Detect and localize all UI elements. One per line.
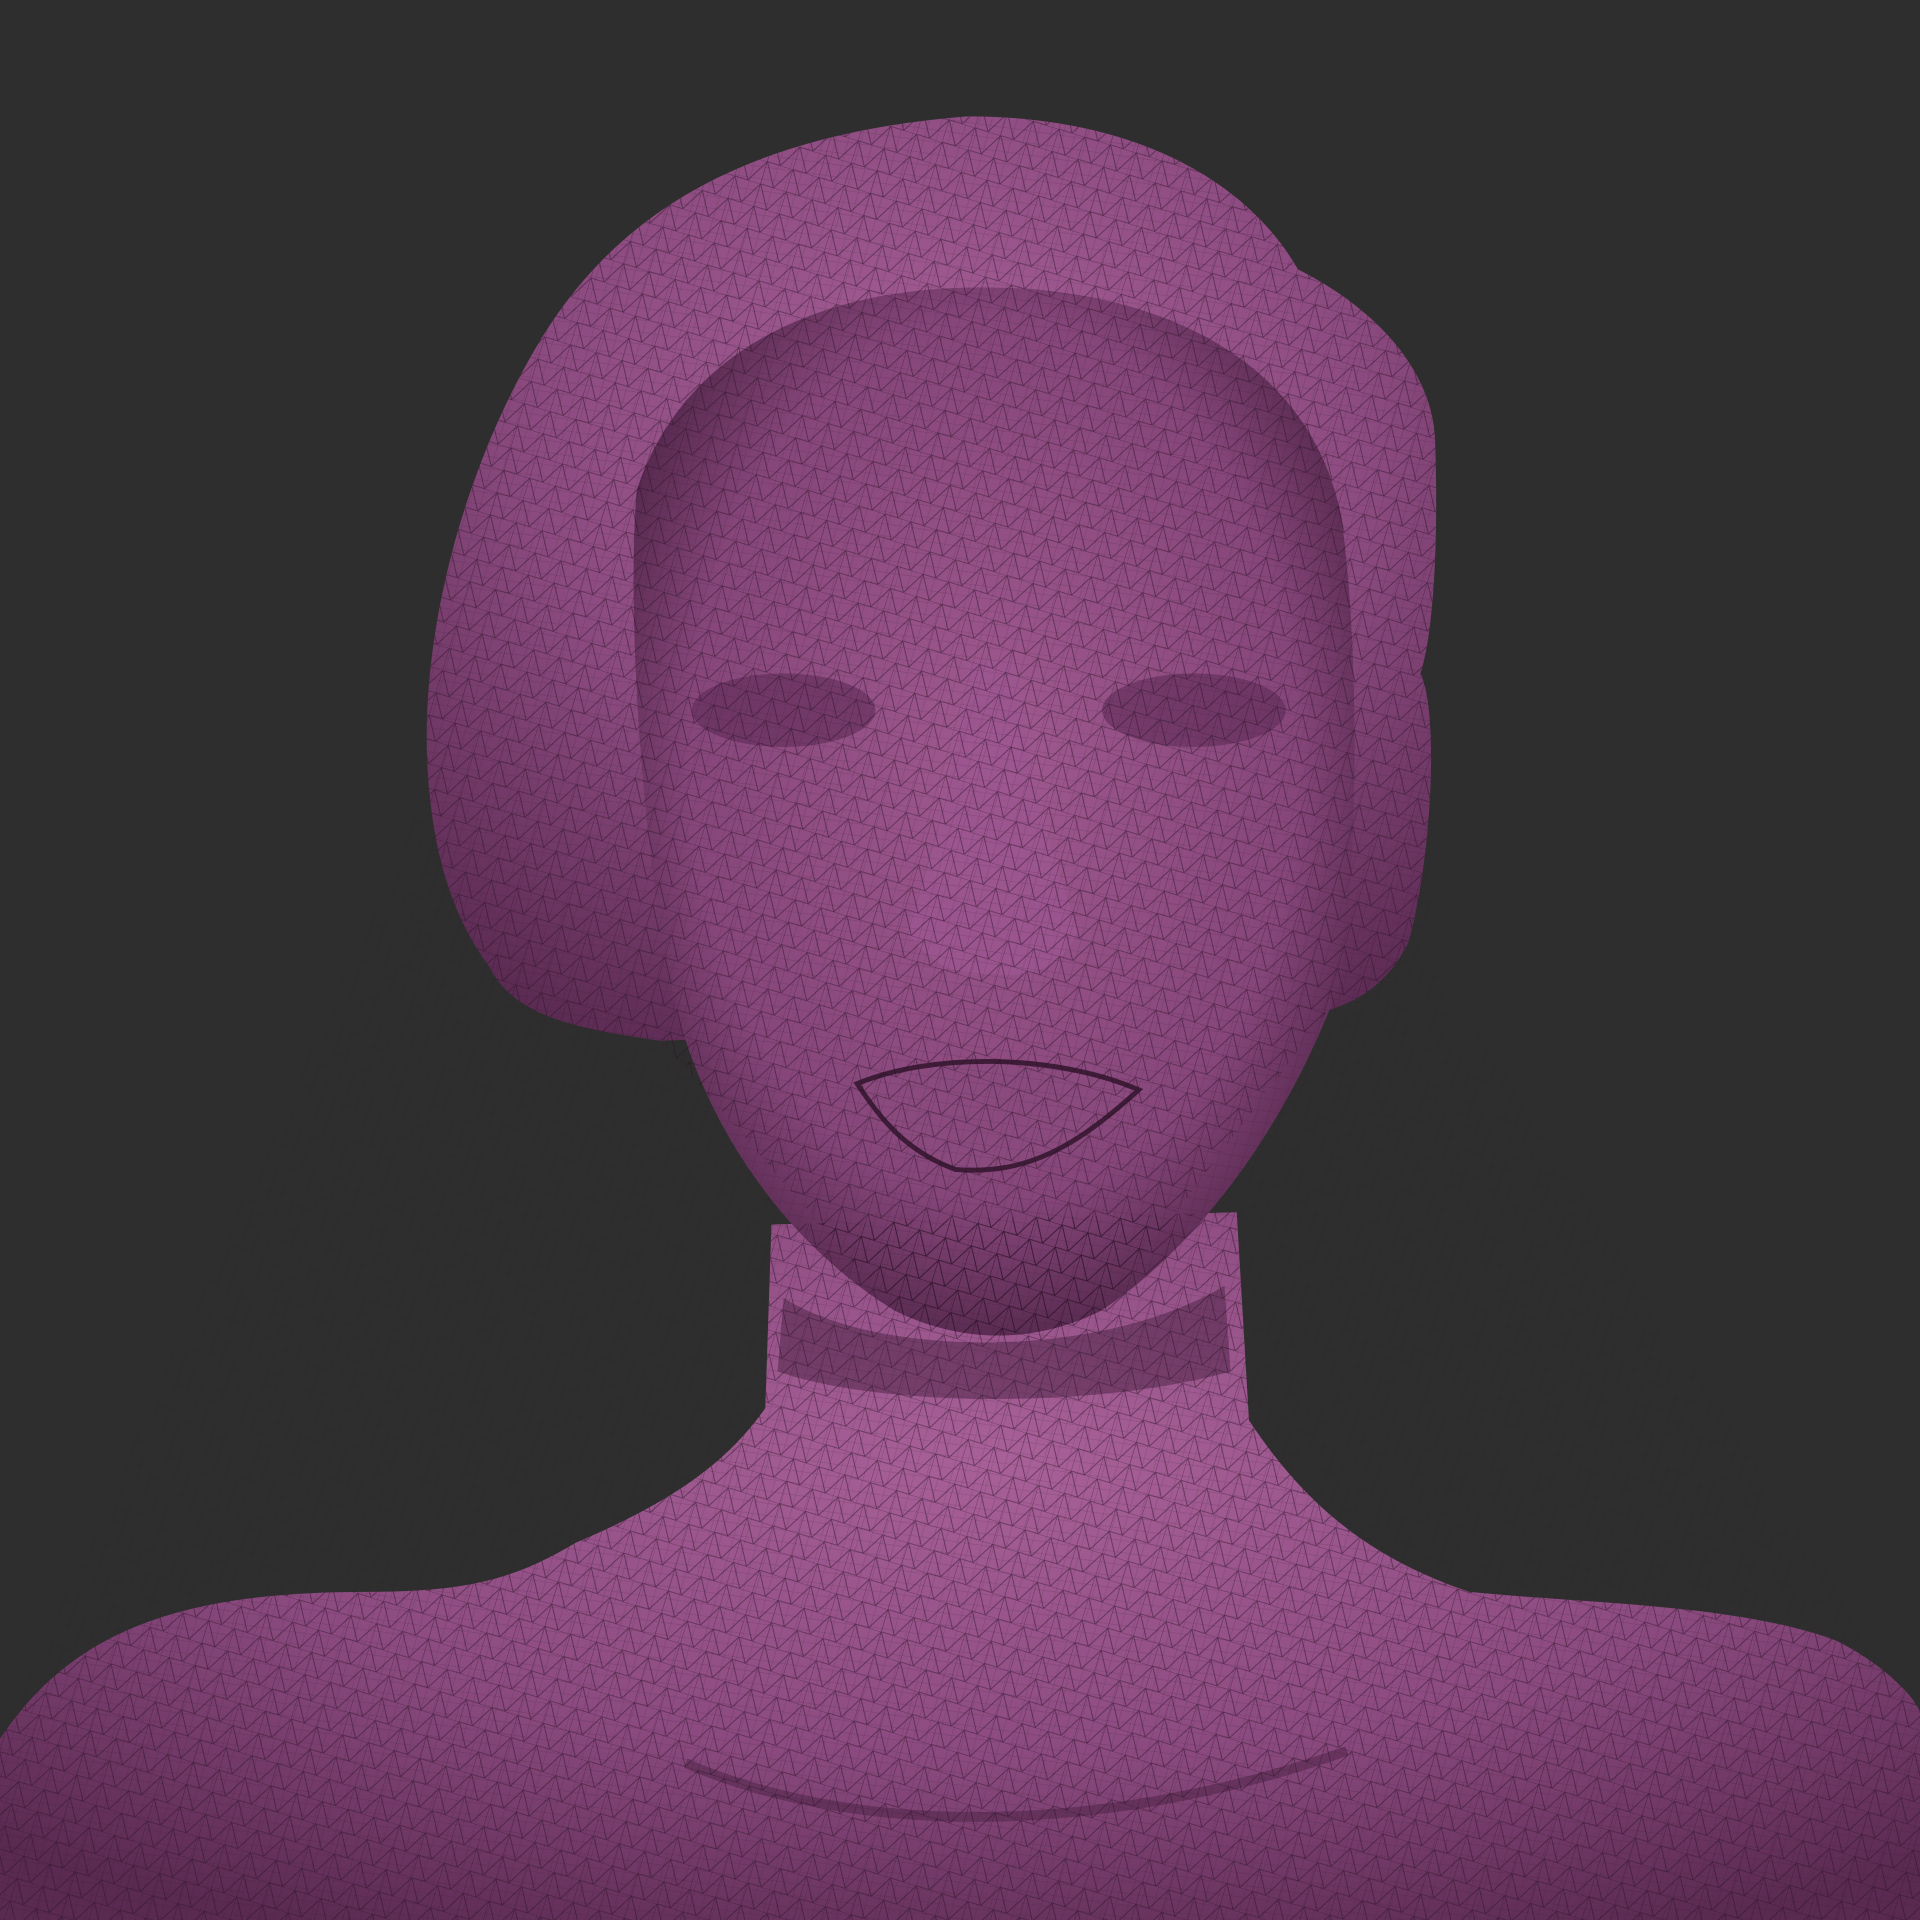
mesh-render xyxy=(0,116,1920,1920)
3d-viewport[interactable] xyxy=(0,0,1920,1920)
wireframe-overlay xyxy=(0,116,1920,1920)
